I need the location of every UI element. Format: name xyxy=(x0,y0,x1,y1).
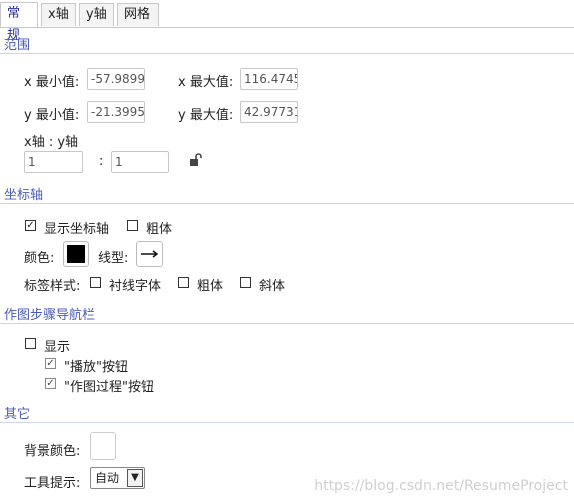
section-range-header: 范围 xyxy=(0,33,574,54)
show-axes-checkbox[interactable]: ✓ xyxy=(25,220,36,231)
xmax-input[interactable]: 116.4745 xyxy=(240,68,298,90)
section-range-title: 范围 xyxy=(4,38,31,53)
axes-color-fill xyxy=(67,245,85,263)
ymin-input[interactable]: -21.3995 xyxy=(87,101,145,123)
bg-color-swatch[interactable] xyxy=(90,432,116,460)
ymax-input[interactable]: 42.97731 xyxy=(240,101,298,123)
tab-grid[interactable]: 网格 xyxy=(117,3,159,26)
tab-x-axis[interactable]: x轴 xyxy=(41,3,76,26)
watermark: https://blog.csdn.net/ResumeProject xyxy=(314,478,568,494)
section-axes-header: 坐标轴 xyxy=(0,183,574,204)
xmax-label: x 最大值: xyxy=(178,75,234,90)
bg-color-label: 背景颜色: xyxy=(24,444,81,459)
axes-color-swatch[interactable] xyxy=(63,241,89,267)
show-axes-label: 显示坐标轴 xyxy=(44,222,110,237)
linestyle-label: 线型: xyxy=(98,251,129,266)
xmin-label: x 最小值: xyxy=(24,75,80,90)
ratio-label: x轴 : y轴 xyxy=(24,135,79,150)
serif-label: 衬线字体 xyxy=(109,279,162,294)
process-button-checkbox[interactable]: ✓ xyxy=(45,378,56,389)
section-nav-header: 作图步骤导航栏 xyxy=(0,303,574,324)
ratio-x-input[interactable]: 1 xyxy=(24,151,83,173)
tab-bar: 常规 x轴 y轴 网格 xyxy=(0,0,574,43)
play-button-label: "播放"按钮 xyxy=(64,360,128,375)
section-other-header: 其它 xyxy=(0,402,574,423)
chevron-down-icon: ▼ xyxy=(127,469,143,487)
tick-bold-label: 粗体 xyxy=(197,279,224,294)
xmin-input[interactable]: -57.9899 xyxy=(87,68,145,90)
ratio-separator: : xyxy=(99,154,104,169)
italic-label: 斜体 xyxy=(259,279,286,294)
ratio-y-input[interactable]: 1 xyxy=(111,151,169,173)
arrow-right-icon xyxy=(141,250,159,258)
ymax-label: y 最大值: xyxy=(178,108,234,123)
italic-checkbox[interactable] xyxy=(240,277,251,288)
axes-color-label: 颜色: xyxy=(24,251,55,266)
tab-y-axis[interactable]: y轴 xyxy=(79,3,114,26)
section-other-title: 其它 xyxy=(4,407,31,422)
section-nav-title: 作图步骤导航栏 xyxy=(4,308,96,323)
axes-bold-label: 粗体 xyxy=(146,222,173,237)
play-button-checkbox[interactable]: ✓ xyxy=(45,358,56,369)
tab-general[interactable]: 常规 xyxy=(0,2,38,43)
section-axes-title: 坐标轴 xyxy=(4,188,44,203)
ymin-label: y 最小值: xyxy=(24,108,80,123)
tooltip-label: 工具提示: xyxy=(24,476,81,491)
tooltip-select[interactable]: 自动 ▼ xyxy=(90,467,145,489)
lock-open-icon[interactable] xyxy=(189,153,203,167)
process-button-label: "作图过程"按钮 xyxy=(64,380,154,395)
linestyle-button[interactable] xyxy=(136,241,163,267)
tick-bold-checkbox[interactable] xyxy=(178,277,189,288)
nav-show-label: 显示 xyxy=(44,340,71,355)
tooltip-select-value: 自动 xyxy=(95,471,120,485)
tickstyle-label: 标签样式: xyxy=(24,279,81,294)
nav-show-checkbox[interactable] xyxy=(25,338,36,349)
axes-bold-checkbox[interactable] xyxy=(127,220,138,231)
serif-checkbox[interactable] xyxy=(90,277,101,288)
